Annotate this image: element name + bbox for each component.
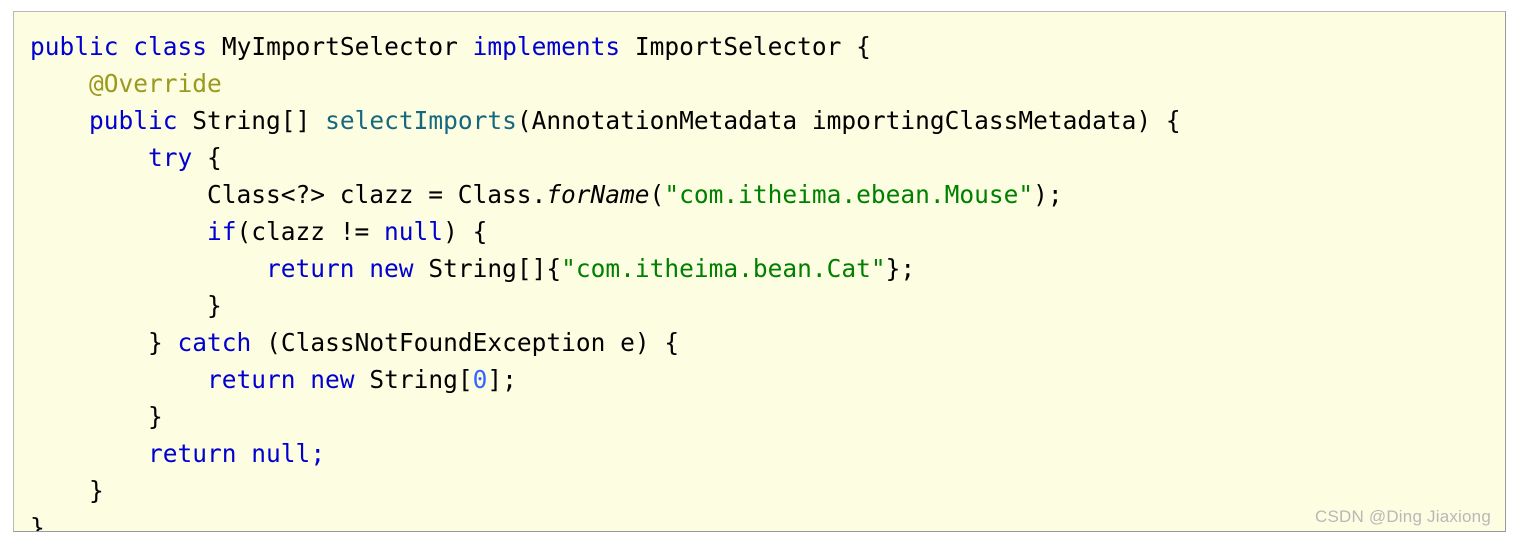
string-literal-cat: "com.itheima.bean.Cat" — [561, 254, 886, 283]
keyword-implements: implements — [472, 32, 621, 61]
open-brace: { — [856, 32, 871, 61]
code-line-5: Class<?> clazz = Class.forName("com.ithe… — [30, 176, 1181, 213]
code-line-2: @Override — [30, 65, 1181, 102]
static-method-forname: forName — [546, 180, 650, 209]
code-line-9: } catch (ClassNotFoundException e) { — [30, 324, 1181, 361]
keyword-class: class — [133, 32, 208, 61]
keyword-null: null — [384, 217, 444, 246]
keyword-new: new — [310, 365, 355, 394]
close-brace: } — [89, 476, 104, 505]
array-type: String[ — [369, 365, 473, 394]
keyword-if: if — [207, 217, 237, 246]
close-brace: } — [148, 402, 163, 431]
code-line-12: return null; — [30, 435, 1181, 472]
close-brace: } — [207, 291, 222, 320]
close-brace: } — [148, 328, 163, 357]
string-literal-mouse: "com.itheima.ebean.Mouse" — [664, 180, 1034, 209]
close-paren-semicolon: ); — [1033, 180, 1063, 209]
if-condition: (clazz != — [236, 217, 385, 246]
semicolon: ; — [310, 439, 326, 468]
keyword-return: return — [148, 439, 237, 468]
array-end: ]; — [487, 365, 517, 394]
keyword-public: public — [30, 32, 119, 61]
number-literal-zero: 0 — [472, 365, 488, 394]
keyword-try: try — [148, 143, 193, 172]
method-parameters: (AnnotationMetadata importingClassMetada… — [516, 106, 1181, 135]
code-line-4: try { — [30, 139, 1181, 176]
open-paren: ( — [649, 180, 665, 209]
interface-name: ImportSelector — [634, 32, 842, 61]
code-line-1: public class MyImportSelector implements… — [30, 28, 1181, 65]
catch-parameters: (ClassNotFoundException e) { — [266, 328, 680, 357]
code-line-13: } — [30, 472, 1181, 509]
class-name: MyImportSelector — [221, 32, 458, 61]
code-line-6: if(clazz != null) { — [30, 213, 1181, 250]
array-end: }; — [885, 254, 916, 283]
if-condition-end: ) { — [443, 217, 488, 246]
array-type: String[]{ — [428, 254, 562, 283]
code-line-10: return new String[0]; — [30, 361, 1181, 398]
class-declaration-expr: Class<?> clazz = Class. — [207, 180, 547, 209]
code-line-8: } — [30, 287, 1181, 324]
keyword-catch: catch — [177, 328, 252, 357]
code-snippet-panel: public class MyImportSelector implements… — [13, 11, 1506, 532]
close-brace: } — [30, 513, 45, 532]
code-line-7: return new String[]{"com.itheima.bean.Ca… — [30, 250, 1181, 287]
open-brace: { — [207, 143, 222, 172]
return-type: String[] — [192, 106, 311, 135]
method-name-selectimports: selectImports — [325, 106, 517, 135]
code-line-3: public String[] selectImports(Annotation… — [30, 102, 1181, 139]
keyword-return: return — [266, 254, 355, 283]
keyword-public: public — [89, 106, 178, 135]
keyword-return: return — [207, 365, 296, 394]
override-annotation: @Override — [89, 69, 222, 98]
java-source-code[interactable]: public class MyImportSelector implements… — [14, 12, 1181, 532]
keyword-null: null — [251, 439, 311, 468]
csdn-watermark: CSDN @Ding Jiaxiong — [1314, 507, 1491, 526]
code-line-14: } — [30, 509, 1181, 532]
code-line-11: } — [30, 398, 1181, 435]
keyword-new: new — [369, 254, 414, 283]
